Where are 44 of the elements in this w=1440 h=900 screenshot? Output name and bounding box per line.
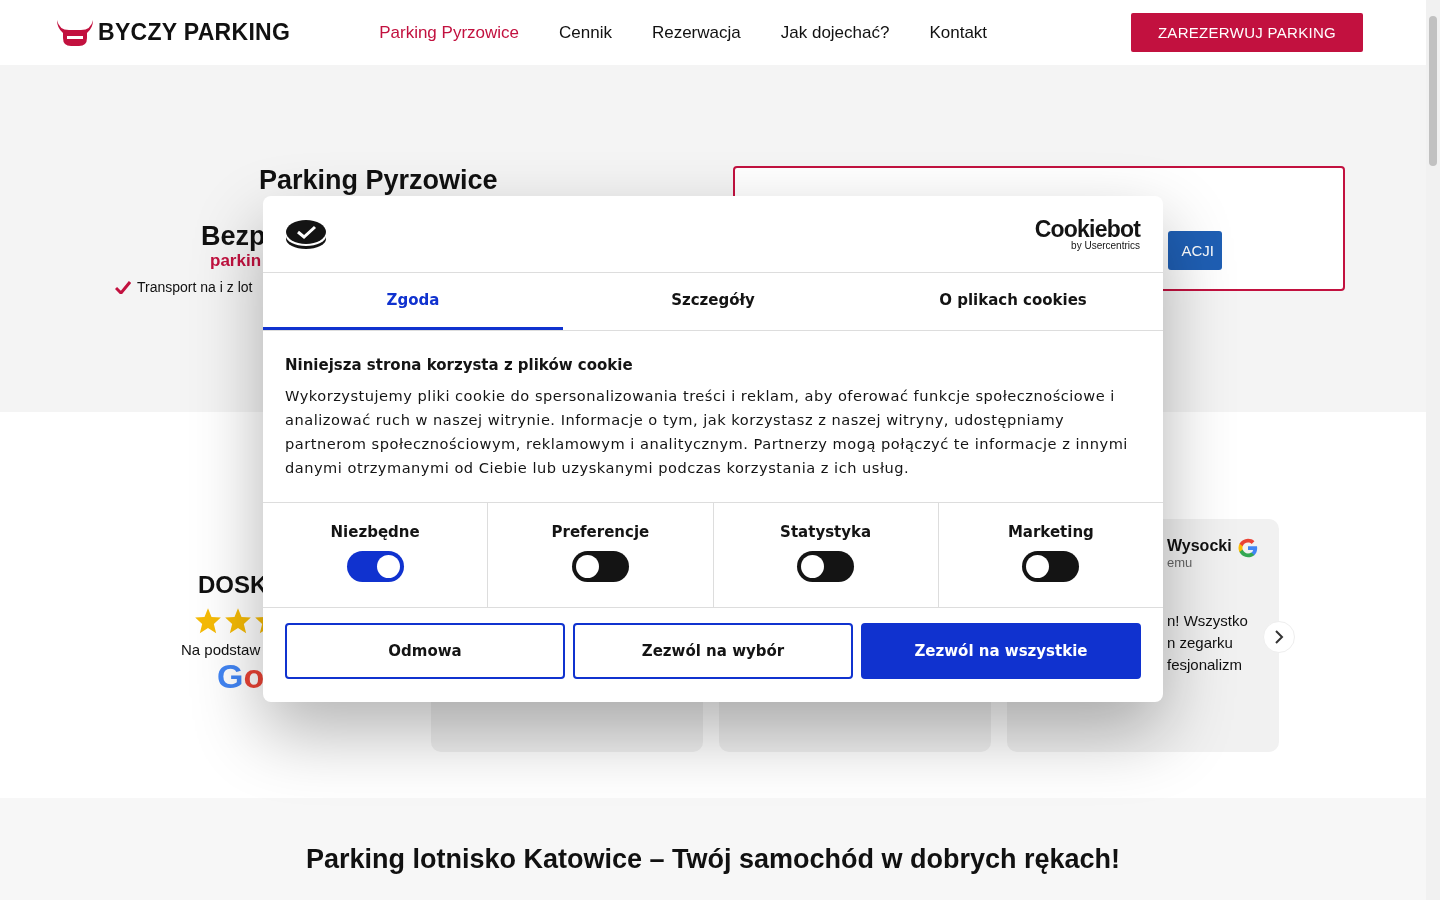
rating-heading: DOSK bbox=[198, 571, 269, 599]
category-label: Statystyka bbox=[780, 523, 872, 541]
toggle-switch[interactable] bbox=[571, 551, 629, 582]
reviewer-name: Wysocki bbox=[1167, 537, 1232, 555]
google-logo: Go bbox=[217, 658, 266, 694]
hero-title: Parking Pyrzowice bbox=[259, 165, 498, 195]
feature-text: Transport na i z lot bbox=[137, 279, 253, 295]
section-heading: Parking lotnisko Katowice – Twój samochód w dobrych rękach! bbox=[304, 844, 1122, 875]
brand-logo: Cookiebot bbox=[1034, 217, 1140, 240]
star-icon bbox=[224, 607, 252, 635]
check-icon bbox=[115, 280, 131, 294]
chevron-right-icon bbox=[1274, 629, 1284, 645]
review-text: n zegarku bbox=[1167, 633, 1234, 653]
logo-text[interactable]: BYCZY PARKING bbox=[98, 19, 291, 46]
hero-subheadline: parkin bbox=[210, 251, 262, 271]
star-icon bbox=[194, 607, 222, 635]
review-text: fesjonalizm bbox=[1167, 655, 1244, 675]
google-icon bbox=[1237, 537, 1259, 559]
reserve-button[interactable]: ZAREZERWUJ PARKING bbox=[1131, 13, 1363, 52]
allow-all-button[interactable]: Zezwól na wszystkie bbox=[861, 623, 1141, 679]
review-date: emu bbox=[1167, 555, 1194, 570]
nav-link[interactable]: Cennik bbox=[559, 22, 612, 43]
nav-link[interactable]: Parking Pyrzowice bbox=[379, 22, 519, 43]
dialog-button[interactable]: Odmowa bbox=[285, 623, 565, 679]
toggle-switch[interactable] bbox=[1022, 551, 1080, 582]
toggle-switch[interactable] bbox=[346, 551, 404, 582]
category-label: Marketing bbox=[1007, 523, 1094, 541]
dialog-button[interactable]: Zezwól na wybór bbox=[573, 623, 853, 679]
brand-tagline: by Usercentrics bbox=[1070, 239, 1140, 251]
cookie-check-icon bbox=[285, 218, 327, 250]
search-button[interactable]: ACJI bbox=[1168, 231, 1222, 270]
toggle-switch[interactable] bbox=[797, 551, 855, 582]
review-text: n! Wszystko bbox=[1167, 611, 1249, 631]
hero-headline: Bezp bbox=[201, 221, 266, 251]
scrollbar[interactable] bbox=[1426, 0, 1440, 900]
nav-link[interactable]: Kontakt bbox=[929, 22, 988, 43]
nav-link[interactable]: Rezerwacja bbox=[651, 22, 741, 43]
dialog-title: Niniejsza strona korzysta z plików cookie bbox=[285, 356, 634, 374]
dialog-text: Wykorzystujemy pliki cookie do spersonalizowania treści i reklam, aby oferować funkcje społecznościowe i analizować ruch w naszej witrynie. Informacje o tym, jak korzystasz z naszej witryny, udostępniamy partnerom społecznościowym, reklamowym i analitycznym. Partnerzy mogą połączyć te informacje z innymi danymi otrzymanymi od Ciebie lub uzyskanymi podczas korzystania z ich usług. bbox=[285, 386, 1129, 478]
dialog-tab[interactable]: Zgoda bbox=[263, 273, 563, 330]
category-label: Preferencje bbox=[551, 523, 650, 541]
rating-caption: Na podstaw bbox=[181, 641, 261, 658]
category-label: Niezbędne bbox=[330, 523, 420, 541]
nav-link[interactable]: Jak dojechać? bbox=[780, 22, 890, 43]
